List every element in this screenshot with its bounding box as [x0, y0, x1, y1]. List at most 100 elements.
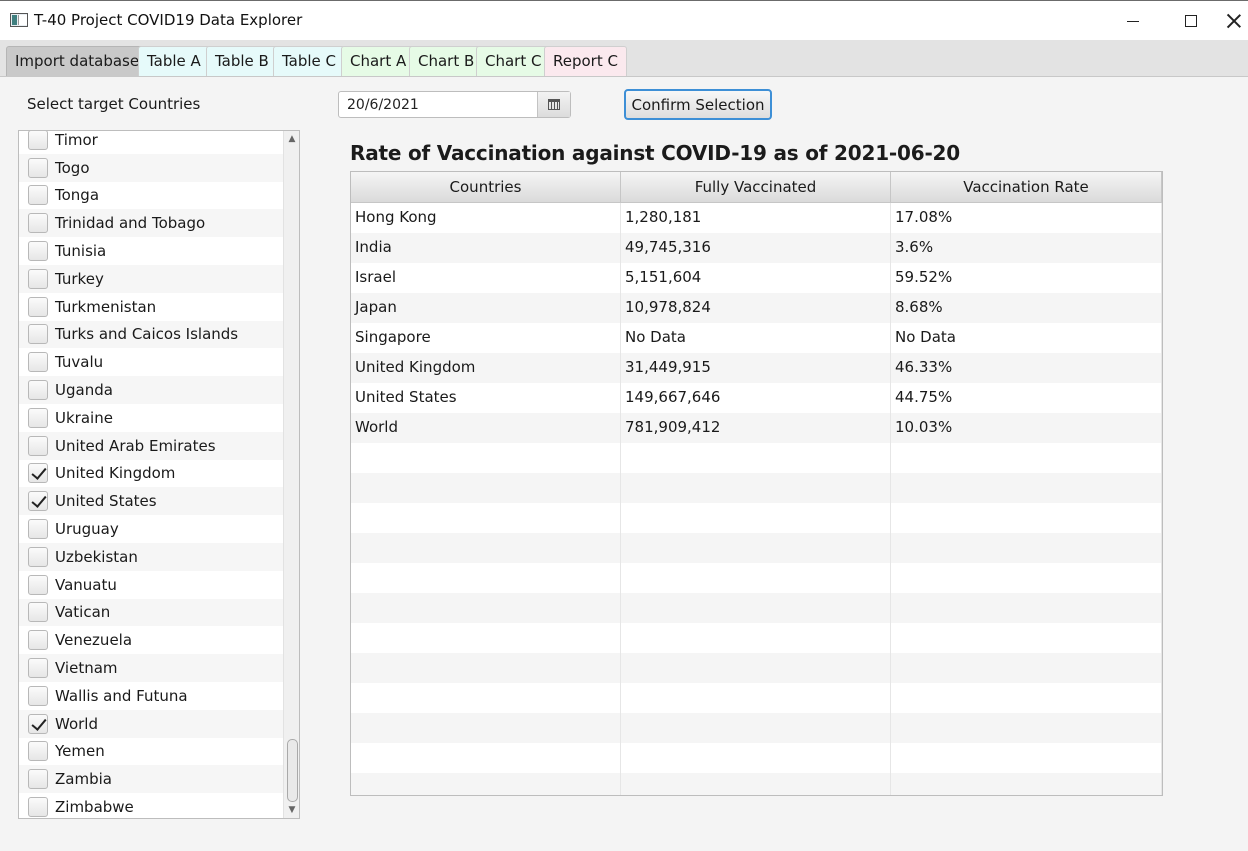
country-item[interactable]: Uganda: [19, 376, 283, 404]
table-row[interactable]: World 781,909,412 10.03%: [351, 413, 1162, 443]
country-checkbox[interactable]: [28, 769, 48, 790]
country-checkbox[interactable]: [28, 380, 48, 401]
vaccination-table[interactable]: Countries Fully Vaccinated Vaccination R…: [350, 171, 1163, 796]
table-row-empty[interactable]: [351, 683, 1162, 713]
tab-chart-b[interactable]: Chart B: [409, 46, 484, 76]
country-item[interactable]: Zimbabwe: [19, 793, 283, 818]
country-item[interactable]: United Arab Emirates: [19, 431, 283, 460]
country-item[interactable]: Zambia: [19, 765, 283, 794]
table-row[interactable]: Singapore No Data No Data: [351, 323, 1162, 353]
country-item[interactable]: Turkey: [19, 264, 283, 293]
country-checkbox[interactable]: [28, 741, 48, 762]
country-checkbox[interactable]: [28, 435, 48, 456]
country-checkbox[interactable]: [28, 658, 48, 679]
country-checkbox[interactable]: [28, 491, 48, 512]
tab-report-c[interactable]: Report C: [544, 46, 627, 76]
tab-table-c[interactable]: Table C: [273, 46, 346, 76]
country-item[interactable]: Togo: [19, 153, 283, 182]
date-field[interactable]: [339, 92, 538, 117]
table-row[interactable]: United States 149,667,646 44.75%: [351, 383, 1162, 413]
country-checkbox[interactable]: [28, 213, 48, 234]
country-item[interactable]: Yemen: [19, 738, 283, 766]
country-item[interactable]: Timor: [19, 131, 283, 154]
confirm-selection-button[interactable]: Confirm Selection: [624, 89, 772, 120]
country-checkbox[interactable]: [28, 519, 48, 540]
country-checkbox[interactable]: [28, 574, 48, 595]
country-item[interactable]: Uruguay: [19, 515, 283, 543]
country-checkbox[interactable]: [28, 630, 48, 651]
column-header-vaccination-rate[interactable]: Vaccination Rate: [891, 172, 1162, 203]
tab-table-b[interactable]: Table B: [206, 46, 278, 76]
country-item[interactable]: Venezuela: [19, 626, 283, 654]
country-list-scrollbar[interactable]: ▲ ▼: [283, 131, 299, 818]
country-name: Ukraine: [55, 408, 113, 427]
table-row[interactable]: United Kingdom 31,449,915 46.33%: [351, 353, 1162, 383]
table-row-empty[interactable]: [351, 533, 1162, 563]
country-item[interactable]: Trinidad and Tobago: [19, 209, 283, 238]
country-checkbox[interactable]: [28, 324, 48, 345]
country-item[interactable]: Tunisia: [19, 237, 283, 265]
column-header-fully-vaccinated[interactable]: Fully Vaccinated: [621, 172, 891, 203]
country-item[interactable]: Turkmenistan: [19, 293, 283, 321]
tab-import-database[interactable]: Import database: [6, 46, 149, 76]
country-checkbox[interactable]: [28, 546, 48, 567]
country-item[interactable]: Ukraine: [19, 404, 283, 432]
country-item[interactable]: Tonga: [19, 182, 283, 210]
table-cell: [351, 443, 621, 473]
scroll-up-icon[interactable]: ▲: [284, 131, 299, 147]
country-item[interactable]: Vietnam: [19, 654, 283, 682]
date-picker[interactable]: [338, 91, 571, 118]
country-checkbox[interactable]: [28, 685, 48, 706]
table-row[interactable]: India 49,745,316 3.6%: [351, 233, 1162, 263]
table-row[interactable]: Israel 5,151,604 59.52%: [351, 263, 1162, 293]
country-checkbox[interactable]: [28, 241, 48, 262]
country-checkbox[interactable]: [28, 797, 48, 818]
country-checkbox[interactable]: [28, 268, 48, 289]
table-row[interactable]: Japan 10,978,824 8.68%: [351, 293, 1162, 323]
country-item[interactable]: United States: [19, 487, 283, 516]
country-item[interactable]: Tuvalu: [19, 348, 283, 376]
country-checkbox[interactable]: [28, 407, 48, 428]
scroll-thumb[interactable]: [287, 739, 298, 802]
country-name: Uzbekistan: [55, 547, 138, 566]
country-item[interactable]: Vatican: [19, 598, 283, 627]
country-list[interactable]: Timor Togo Tonga Trinidad and Tobago Tunisia…: [18, 130, 300, 819]
maximize-button[interactable]: [1162, 1, 1220, 41]
country-item[interactable]: Wallis and Futuna: [19, 682, 283, 710]
table-row-empty[interactable]: [351, 653, 1162, 683]
minimize-button[interactable]: [1104, 1, 1162, 41]
table-cell: [621, 563, 891, 593]
country-item[interactable]: Uzbekistan: [19, 542, 283, 571]
country-checkbox[interactable]: [28, 157, 48, 178]
tab-chart-c[interactable]: Chart C: [476, 46, 551, 76]
country-checkbox[interactable]: [28, 131, 48, 150]
country-checkbox[interactable]: [28, 602, 48, 623]
country-checkbox[interactable]: [28, 463, 48, 484]
table-row-empty[interactable]: [351, 713, 1162, 743]
table-cell: 8.68%: [891, 293, 1162, 323]
country-item[interactable]: Vanuatu: [19, 571, 283, 599]
table-row[interactable]: Hong Kong 1,280,181 17.08%: [351, 203, 1162, 233]
table-row-empty[interactable]: [351, 563, 1162, 593]
country-item[interactable]: United Kingdom: [19, 460, 283, 488]
tab-chart-a[interactable]: Chart A: [341, 46, 416, 76]
table-row-empty[interactable]: [351, 743, 1162, 773]
country-checkbox[interactable]: [28, 713, 48, 734]
calendar-button[interactable]: [537, 92, 570, 117]
country-checkbox[interactable]: [28, 296, 48, 317]
table-row-empty[interactable]: [351, 773, 1162, 795]
country-checkbox[interactable]: [28, 352, 48, 373]
country-name: Zambia: [55, 770, 112, 789]
close-button[interactable]: [1220, 1, 1248, 41]
table-row-empty[interactable]: [351, 593, 1162, 623]
table-row-empty[interactable]: [351, 623, 1162, 653]
table-row-empty[interactable]: [351, 473, 1162, 503]
tab-table-a[interactable]: Table A: [138, 46, 210, 76]
column-header-countries[interactable]: Countries: [351, 172, 621, 203]
table-row-empty[interactable]: [351, 503, 1162, 533]
table-row-empty[interactable]: [351, 443, 1162, 473]
scroll-down-icon[interactable]: ▼: [284, 802, 299, 818]
country-item[interactable]: Turks and Caicos Islands: [19, 320, 283, 349]
country-checkbox[interactable]: [28, 185, 48, 206]
country-item[interactable]: World: [19, 709, 283, 738]
